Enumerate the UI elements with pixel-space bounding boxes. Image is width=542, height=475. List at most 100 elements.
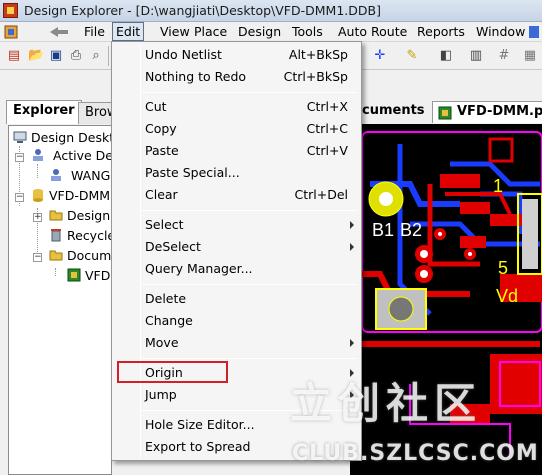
menu-item-shortcut: Alt+BkSp <box>288 47 348 62</box>
collapse-toggle[interactable]: − <box>15 193 24 202</box>
menu-item-label: Paste <box>145 143 179 158</box>
tab-explorer[interactable]: Explorer <box>6 100 82 124</box>
designator-b2: B2 <box>400 220 422 240</box>
menu-item-label: Copy <box>145 121 177 136</box>
menu-bar: File Edit View Place Design Tools Auto R… <box>0 22 542 42</box>
menu-view[interactable]: View <box>160 24 190 39</box>
menu-item-shortcut: Ctrl+BkSp <box>283 69 348 84</box>
grid-settings-icon[interactable]: ▦ <box>522 48 538 64</box>
watermark-logo: 立创社区 <box>290 379 483 428</box>
top-pad <box>460 236 486 248</box>
menu-window[interactable]: Window <box>476 24 525 39</box>
menu-item-cut[interactable]: Cut Ctrl+X <box>115 97 358 118</box>
via-hole <box>420 270 428 278</box>
menu-item-copy[interactable]: Copy Ctrl+C <box>115 119 358 140</box>
menu-item-undo[interactable]: Undo Netlist Alt+BkSp <box>115 45 358 66</box>
menu-item-delete[interactable]: Delete <box>115 289 358 310</box>
recycle-bin-icon <box>51 229 61 242</box>
menu-item-redo[interactable]: Nothing to Redo Ctrl+BkSp <box>115 67 358 88</box>
pin-5-label: 5 <box>498 258 508 278</box>
menu-item-label: Clear <box>145 187 178 202</box>
print-icon[interactable]: ⎙ <box>68 48 84 64</box>
collapse-toggle[interactable]: − <box>15 153 24 162</box>
menu-item-deselect[interactable]: DeSelect <box>115 237 358 258</box>
menu-item-label: Change <box>145 313 193 328</box>
menu-item-move[interactable]: Move <box>115 333 358 354</box>
menu-item-label: Hole Size Editor... <box>145 417 255 432</box>
wand-icon[interactable]: ✎ <box>404 48 420 64</box>
tab-label: VFD-DMM.pcb <box>457 104 542 119</box>
menu-design[interactable]: Design <box>238 24 281 39</box>
user-icon <box>33 149 43 161</box>
folder-icon <box>49 250 63 261</box>
tree-node-label: Design <box>67 208 111 223</box>
document-menu-icon[interactable] <box>4 25 20 39</box>
pin-1-label: 1 <box>493 176 503 196</box>
menu-item-shortcut: Ctrl+Del <box>294 187 348 202</box>
menu-reports[interactable]: Reports <box>417 24 465 39</box>
tree-node-label: Recycle <box>67 228 112 243</box>
back-arrow-icon[interactable] <box>48 25 70 39</box>
menu-item-paste-special[interactable]: Paste Special... <box>115 163 358 184</box>
via-hole <box>420 250 428 258</box>
menu-item-query-manager[interactable]: Query Manager... <box>115 259 358 280</box>
tab-vfd-dmm-pcb[interactable]: VFD-DMM.pcb <box>432 101 542 123</box>
window-title: Design Explorer - [D:\wangjiati\Desktop\… <box>24 3 381 18</box>
tree-node-label: Docum <box>67 248 112 263</box>
desktop-icon <box>13 131 27 143</box>
switch-button <box>388 296 414 322</box>
menu-separator <box>142 284 358 285</box>
menu-item-label: DeSelect <box>145 239 201 254</box>
menu-edit[interactable]: Edit <box>112 22 145 41</box>
collapse-toggle[interactable]: − <box>33 253 42 262</box>
connector-body <box>522 199 538 269</box>
tree-node-label: Design Deskt <box>31 130 112 145</box>
grid-icon[interactable]: # <box>496 48 512 64</box>
via-hole <box>438 232 442 236</box>
pcb-document-icon <box>67 268 81 282</box>
origin-highlight-box <box>117 361 228 383</box>
menu-auto-route[interactable]: Auto Route <box>338 24 407 39</box>
component-icon[interactable]: ◧ <box>438 48 454 64</box>
menu-item-label: Undo Netlist <box>145 47 222 62</box>
submenu-arrow-icon <box>350 243 354 251</box>
menu-item-label: Query Manager... <box>145 261 253 276</box>
tree-line <box>37 164 38 178</box>
library-icon[interactable]: ▥ <box>468 48 484 64</box>
pcb-document-icon <box>438 106 452 120</box>
user-icon <box>51 169 61 181</box>
menu-item-label: Delete <box>145 291 187 306</box>
zoom-icon[interactable]: ⌕ <box>88 48 104 64</box>
menu-item-label: Jump <box>145 387 177 402</box>
menu-item-clear[interactable]: Clear Ctrl+Del <box>115 185 358 206</box>
new-document-icon[interactable]: ▤ <box>6 48 22 64</box>
menu-item-shortcut: Ctrl+C <box>306 121 348 136</box>
menu-item-paste[interactable]: Paste Ctrl+V <box>115 141 358 162</box>
menu-separator <box>142 358 358 359</box>
app-icon <box>3 3 18 18</box>
help-icon[interactable] <box>528 25 540 39</box>
open-folder-icon[interactable]: 📂 <box>28 48 44 64</box>
save-icon[interactable]: ▣ <box>48 48 64 64</box>
move-cross-icon[interactable]: ✛ <box>372 48 388 64</box>
via-hole <box>468 252 472 256</box>
top-pad <box>440 174 480 188</box>
submenu-arrow-icon <box>350 221 354 229</box>
menu-item-change[interactable]: Change <box>115 311 358 332</box>
title-bar: Design Explorer - [D:\wangjiati\Desktop\… <box>0 0 542 22</box>
menu-item-select[interactable]: Select <box>115 215 358 236</box>
expand-toggle[interactable]: + <box>33 213 42 222</box>
menu-item-label: Move <box>145 335 179 350</box>
tab-documents[interactable]: cuments <box>356 101 431 123</box>
menu-file[interactable]: File <box>84 24 105 39</box>
menu-item-label: Select <box>145 217 184 232</box>
menu-tools[interactable]: Tools <box>292 24 323 39</box>
menu-separator <box>142 92 358 93</box>
menu-place[interactable]: Place <box>194 24 227 39</box>
tree-node-label: VFD <box>85 268 111 283</box>
designator-vd: Vd <box>496 286 518 306</box>
tree-line <box>55 268 56 276</box>
menu-item-shortcut: Ctrl+V <box>306 143 348 158</box>
explorer-tree: Design Deskt − Active Des WANG − VFD-DMM… <box>8 125 112 475</box>
tree-node-label: Active Des <box>53 148 111 163</box>
